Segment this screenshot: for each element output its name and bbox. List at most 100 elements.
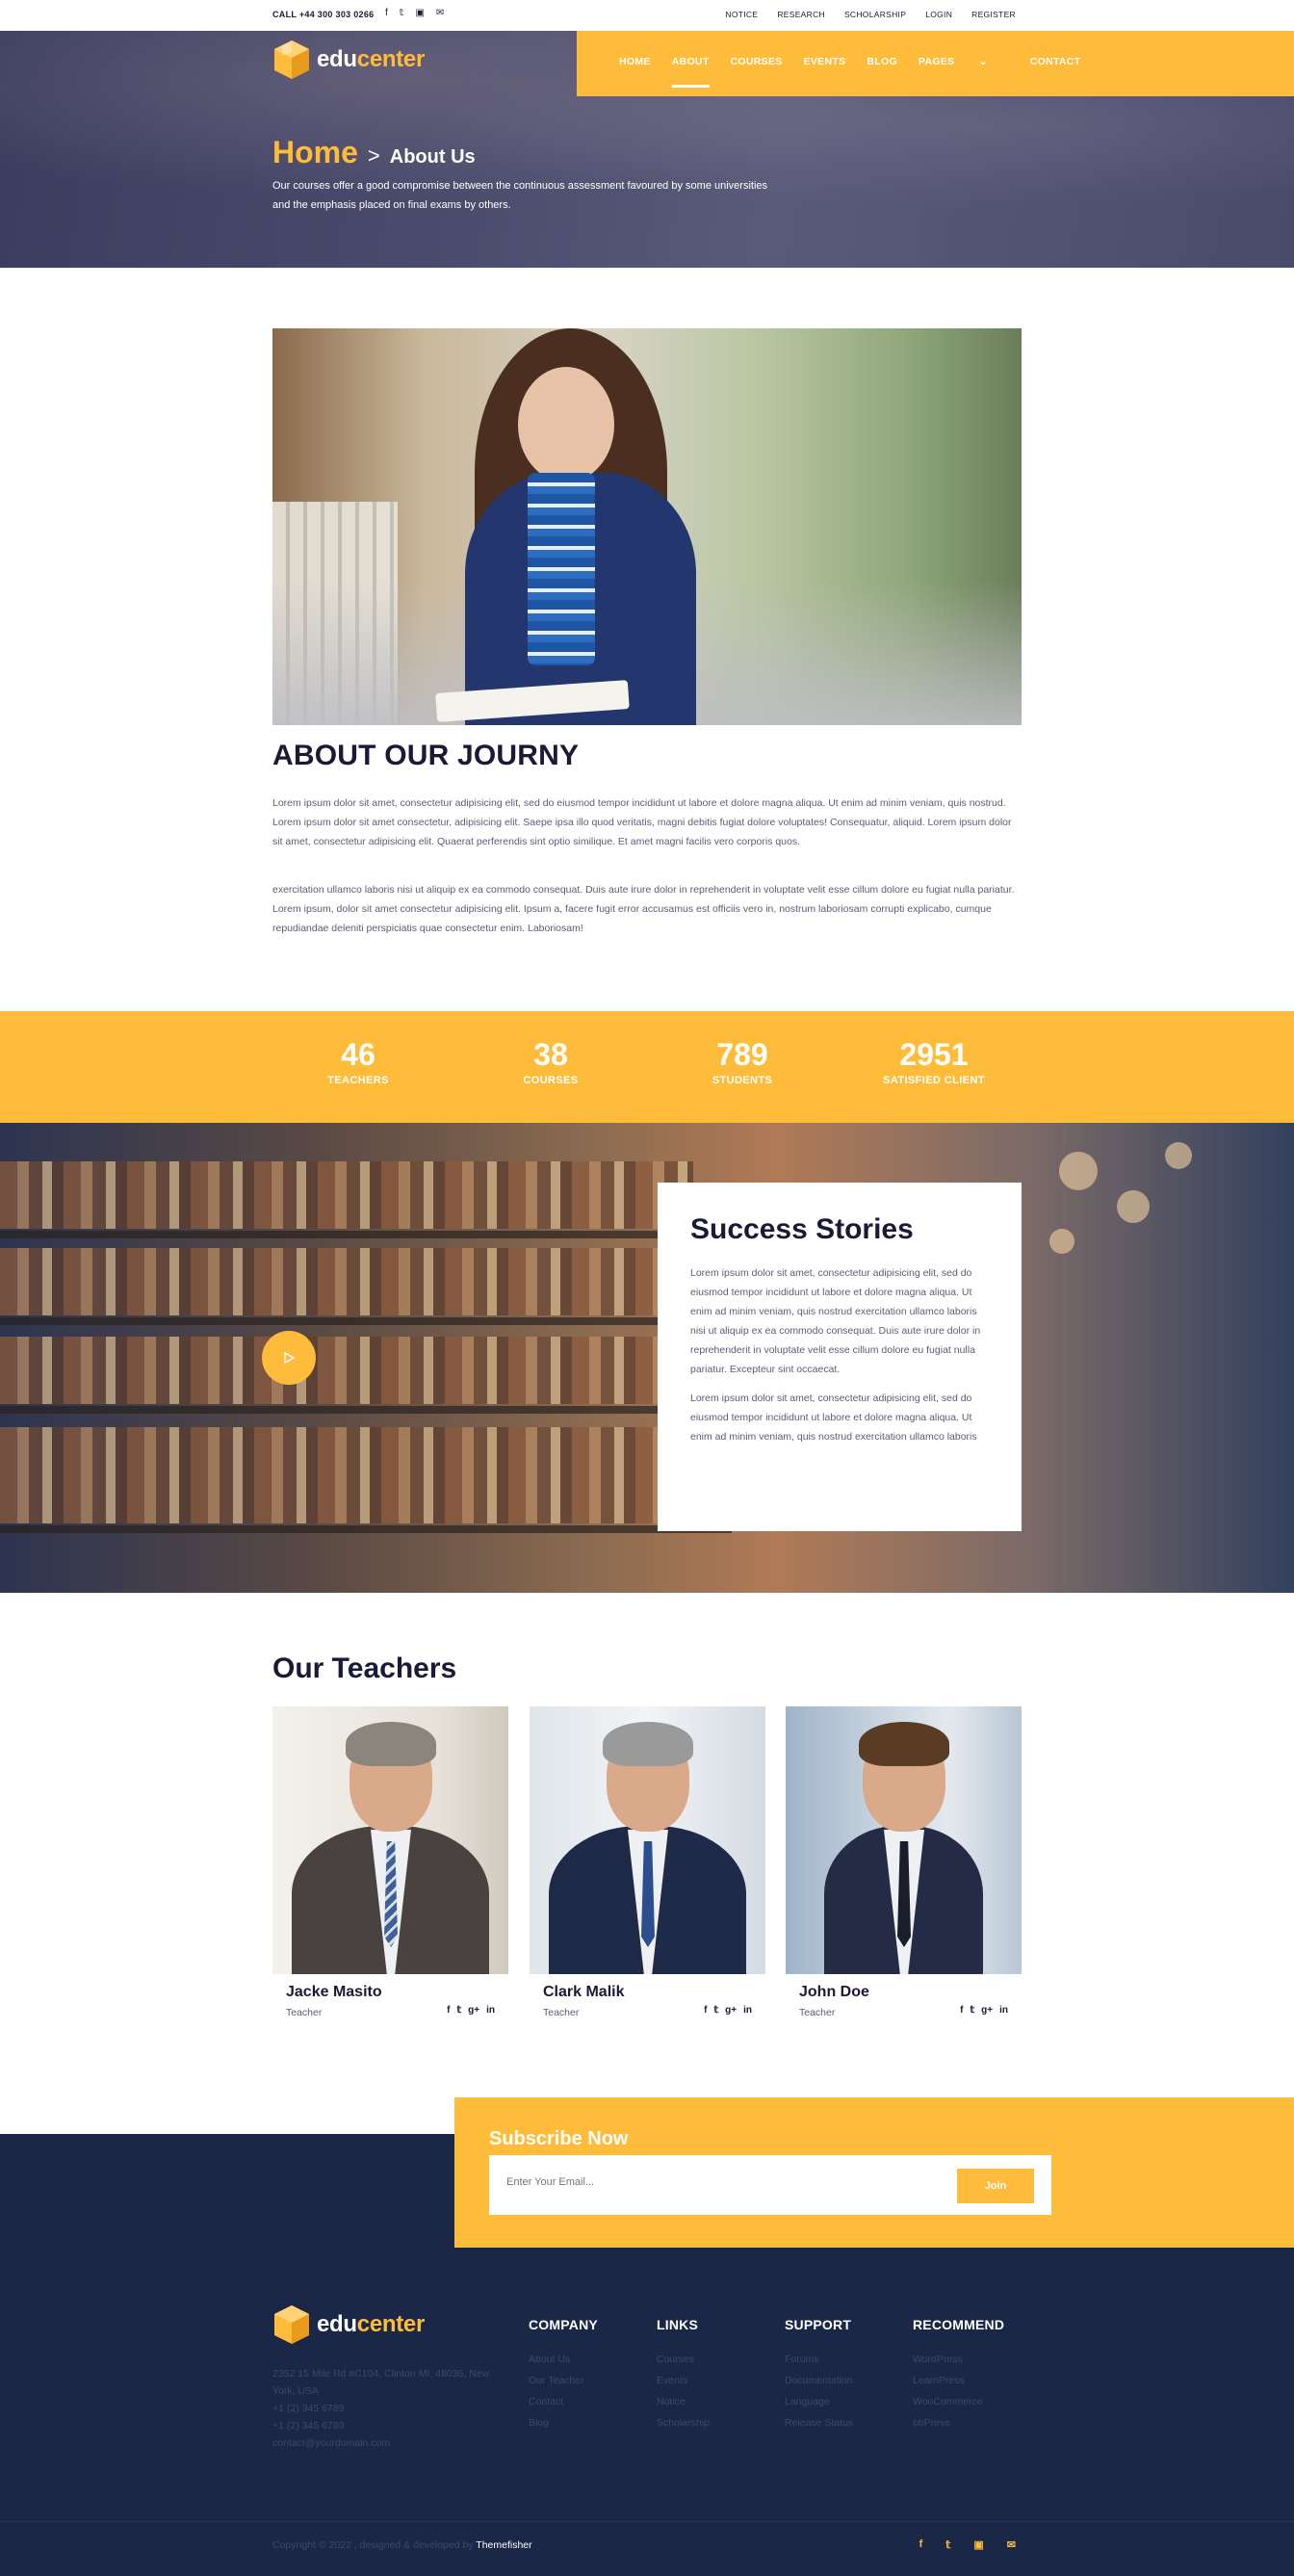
bookshelf-row [0, 1337, 693, 1404]
play-video-button[interactable] [262, 1331, 316, 1385]
footer-phone-1[interactable]: +1 (2) 345 6789 [272, 2400, 508, 2417]
top-link-notice[interactable]: NOTICE [725, 10, 758, 19]
footer-link[interactable]: Blog [529, 2417, 598, 2429]
success-paragraph-2: Lorem ipsum dolor sit amet, consectetur … [690, 1392, 977, 1443]
copyright: Copyright © 2022 , designed & developed … [272, 2539, 532, 2551]
nav-home[interactable]: HOME [619, 56, 651, 67]
top-link-register[interactable]: REGISTER [971, 10, 1016, 19]
teacher-name[interactable]: Clark Malik [543, 1984, 752, 2001]
mail-icon[interactable]: ✉ [1007, 2538, 1016, 2551]
top-link-research[interactable]: RESEARCH [777, 10, 825, 19]
google-plus-icon[interactable]: g+ [468, 2005, 479, 2016]
teacher-photo [786, 1706, 1022, 1974]
bookshelf-row [0, 1161, 693, 1229]
footer-link[interactable]: LearnPress [913, 2375, 1004, 2386]
footer-link[interactable]: WooCommerce [913, 2396, 1004, 2407]
footer-column-title: LINKS [657, 2317, 698, 2332]
facebook-icon[interactable]: f [960, 2005, 963, 2016]
join-button[interactable]: Join [957, 2169, 1034, 2203]
success-card: Success Stories Lorem ipsum dolor sit am… [658, 1183, 1022, 1531]
footer-link[interactable]: Courses [657, 2354, 710, 2365]
nav-events[interactable]: EVENTS [804, 56, 846, 67]
person-face-shape [518, 367, 614, 482]
footer-link[interactable]: Language [785, 2396, 853, 2407]
top-links: NOTICE RESEARCH SCHOLARSHIP LOGIN REGIST… [725, 10, 1016, 19]
copyright-text: Copyright © 2022 , designed & developed … [272, 2539, 477, 2551]
hero-banner: educenter HOME ABOUT COURSES EVENTS BLOG… [0, 31, 1294, 268]
footer-link[interactable]: Scholarship [657, 2417, 710, 2429]
instagram-icon[interactable]: ▣ [973, 2538, 983, 2551]
teacher-name[interactable]: John Doe [799, 1984, 1008, 2001]
stat-number: 789 [716, 1037, 768, 1072]
about-image [272, 328, 1022, 725]
logo-cube-icon [274, 40, 309, 79]
footer-link[interactable]: bbPress [913, 2417, 1004, 2429]
stat-label: TEACHERS [327, 1075, 389, 1086]
about-paragraph-1: Lorem ipsum dolor sit amet, consectetur … [272, 797, 1012, 847]
shelf [0, 1525, 732, 1533]
nav-pages[interactable]: PAGES ⌄ [919, 56, 1009, 67]
chevron-down-icon: ⌄ [978, 56, 988, 67]
teacher-info: John Doe Teacher f 𝕥 g+ in [799, 1984, 1008, 2018]
twitter-icon[interactable]: 𝕥 [970, 2005, 975, 2016]
footer-link[interactable]: Notice [657, 2396, 710, 2407]
mail-icon[interactable]: ✉ [436, 8, 444, 18]
footer-link[interactable]: Our Teacher [529, 2375, 598, 2386]
footer-email[interactable]: contact@yourdomain.com [272, 2434, 508, 2452]
nav-contact[interactable]: CONTACT [1030, 56, 1081, 67]
teacher-card[interactable]: Jacke Masito Teacher f 𝕥 g+ in [272, 1706, 508, 2024]
success-title: Success Stories [690, 1213, 914, 1245]
stat-number: 2951 [899, 1037, 969, 1072]
footer-column-title: COMPANY [529, 2317, 598, 2332]
teacher-info: Jacke Masito Teacher f 𝕥 g+ in [286, 1984, 495, 2018]
facebook-icon[interactable]: f [447, 2005, 450, 2016]
twitter-icon[interactable]: 𝕥 [457, 2005, 462, 2016]
subscribe-form: Join [489, 2155, 1051, 2215]
copyright-brand-link[interactable]: Themefisher [476, 2539, 531, 2551]
footer-column-title: RECOMMEND [913, 2317, 1005, 2332]
footer-logo[interactable]: educenter [272, 2303, 425, 2346]
facebook-icon[interactable]: f [919, 2538, 923, 2551]
twitter-icon[interactable]: 𝕥 [945, 2538, 950, 2551]
subscribe-title: Subscribe Now [489, 2128, 629, 2149]
stat-courses: 38 COURSES [474, 1038, 628, 1086]
footer-link[interactable]: Events [657, 2375, 710, 2386]
email-input[interactable] [506, 2176, 892, 2188]
instagram-icon[interactable]: ▣ [415, 8, 424, 18]
linkedin-icon[interactable]: in [999, 2005, 1008, 2016]
scarf-shape [528, 473, 595, 665]
bookshelf-row [0, 1248, 693, 1315]
site-logo[interactable]: educenter [272, 39, 425, 81]
top-link-scholarship[interactable]: SCHOLARSHIP [844, 10, 906, 19]
google-plus-icon[interactable]: g+ [725, 2005, 737, 2016]
footer-link[interactable]: Contact [529, 2396, 598, 2407]
twitter-icon[interactable]: 𝕥 [400, 8, 404, 18]
facebook-icon[interactable]: f [704, 2005, 707, 2016]
hair-shape [346, 1722, 436, 1766]
footer-phone-2[interactable]: +1 (2) 345 6789 [272, 2417, 508, 2434]
twitter-icon[interactable]: 𝕥 [714, 2005, 719, 2016]
stat-satisfied-client: 2951 SATISFIED CLIENT [857, 1038, 1011, 1086]
hair-shape [859, 1722, 949, 1766]
teacher-card[interactable]: Clark Malik Teacher f 𝕥 g+ in [530, 1706, 765, 2024]
nav-courses[interactable]: COURSES [731, 56, 783, 67]
nav-blog[interactable]: BLOG [867, 56, 897, 67]
google-plus-icon[interactable]: g+ [981, 2005, 993, 2016]
teacher-card[interactable]: John Doe Teacher f 𝕥 g+ in [786, 1706, 1022, 2024]
teacher-name[interactable]: Jacke Masito [286, 1984, 495, 2001]
footer-link[interactable]: Documentation [785, 2375, 853, 2386]
linkedin-icon[interactable]: in [486, 2005, 495, 2016]
footer-link[interactable]: About Us [529, 2354, 598, 2365]
hair-shape [603, 1722, 693, 1766]
stat-label: STUDENTS [712, 1075, 773, 1086]
footer-link[interactable]: WordPress [913, 2354, 1004, 2365]
top-link-login[interactable]: LOGIN [925, 10, 952, 19]
linkedin-icon[interactable]: in [743, 2005, 752, 2016]
footer-link[interactable]: Release Status [785, 2417, 853, 2429]
facebook-icon[interactable]: f [385, 8, 388, 18]
light-bokeh [1117, 1190, 1150, 1223]
footer-column-company: COMPANY About Us Our Teacher Contact Blo… [529, 2317, 598, 2438]
nav-about[interactable]: ABOUT [671, 56, 710, 88]
breadcrumb-home[interactable]: Home [272, 135, 358, 170]
footer-link[interactable]: Forums [785, 2354, 853, 2365]
